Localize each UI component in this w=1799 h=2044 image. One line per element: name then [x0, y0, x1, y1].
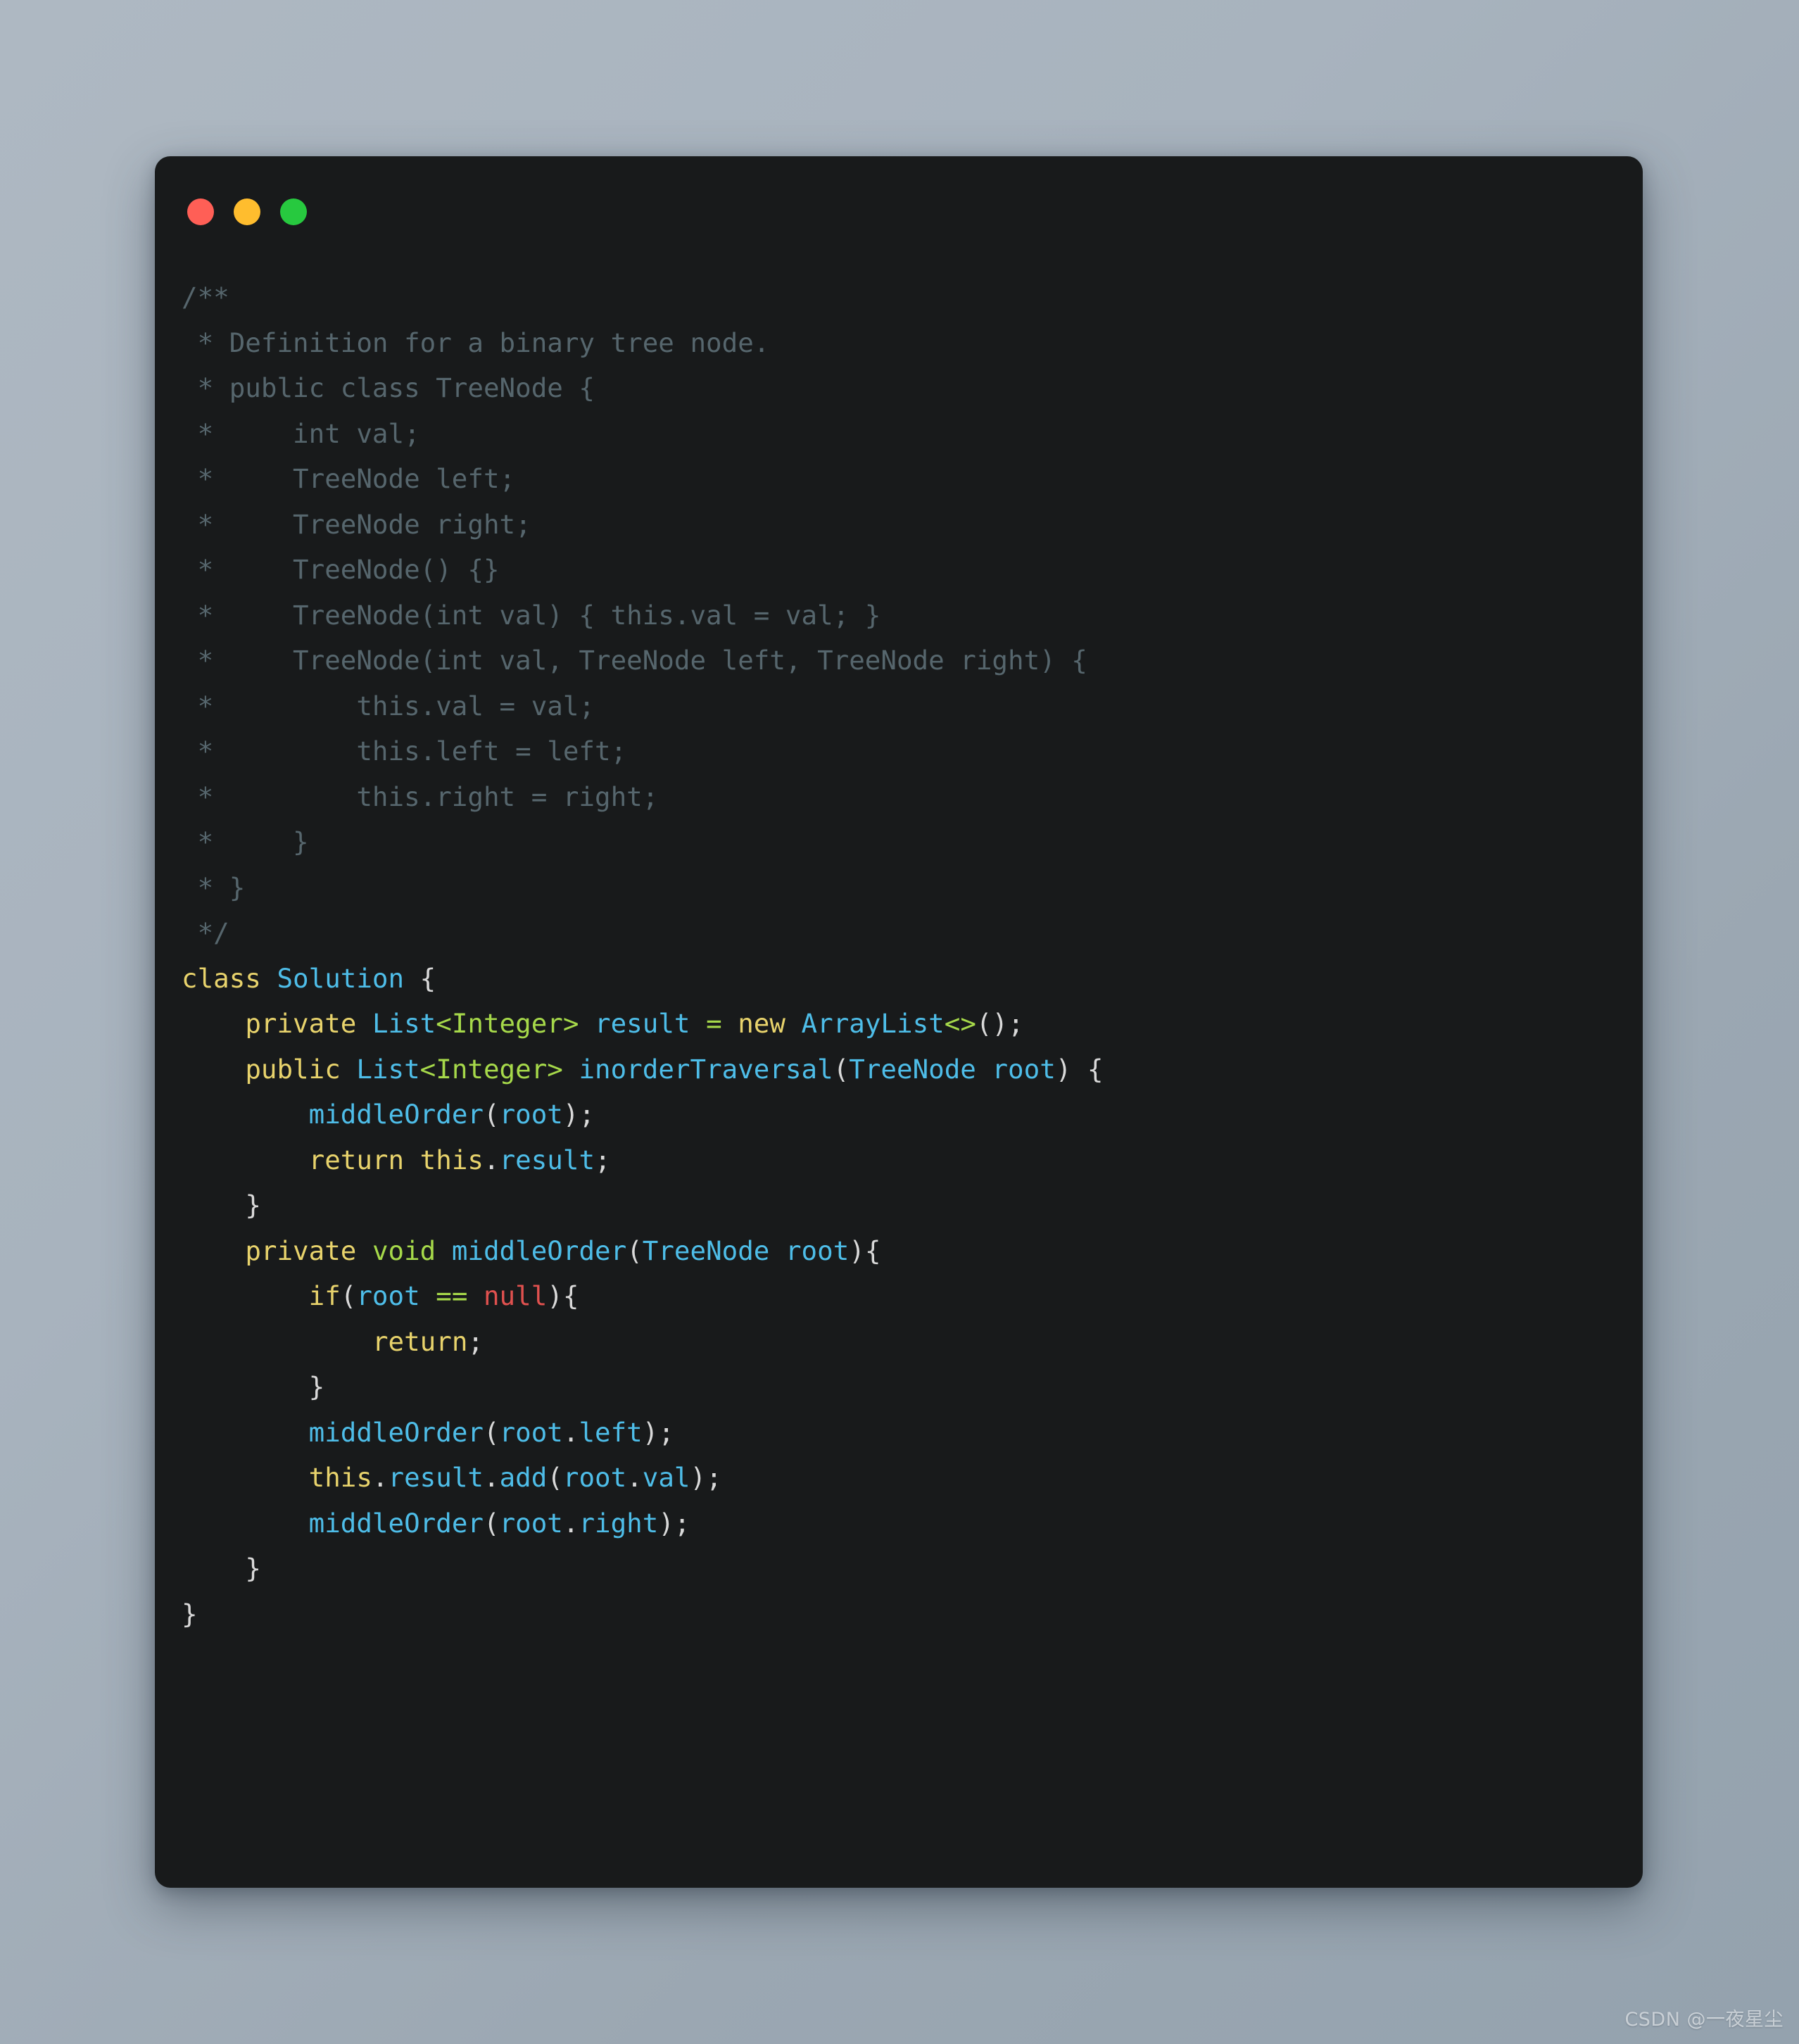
- code-block: /** * Definition for a binary tree node.…: [182, 275, 1615, 1636]
- keyword-class: class: [182, 962, 261, 994]
- code-line: * this.right = right;: [182, 781, 659, 812]
- comment-token: /**: [182, 282, 229, 313]
- code-line: middleOrder(root.right);: [308, 1507, 690, 1539]
- code-line: private void middleOrder(TreeNode root){: [245, 1235, 881, 1266]
- code-window: /** * Definition for a binary tree node.…: [155, 156, 1643, 1888]
- keyword-if: if: [308, 1280, 341, 1311]
- keyword-public: public: [245, 1053, 341, 1085]
- code-line: * this.left = left;: [182, 736, 627, 766]
- comment-token: * TreeNode(int val) { this.val = val; }: [182, 599, 881, 631]
- keyword-void: void: [372, 1235, 436, 1266]
- code-line: */: [182, 917, 229, 948]
- code-line: middleOrder(root.left);: [308, 1416, 674, 1448]
- comment-token: * this.val = val;: [182, 690, 595, 721]
- close-button-icon[interactable]: [187, 198, 214, 225]
- code-line: }: [245, 1553, 261, 1584]
- code-line: * Definition for a binary tree node.: [182, 327, 770, 358]
- code-line: /**: [182, 282, 229, 313]
- type-name-solution: Solution: [277, 962, 405, 994]
- null-literal: null: [483, 1280, 548, 1311]
- window-titlebar: [187, 198, 307, 225]
- code-line: * }: [182, 826, 309, 857]
- comment-token: * TreeNode left;: [182, 463, 516, 494]
- comment-token: * TreeNode() {}: [182, 554, 500, 585]
- code-line: public List<Integer> inorderTraversal(Tr…: [245, 1053, 1104, 1085]
- code-line: * this.val = val;: [182, 690, 595, 721]
- code-line: }: [182, 1598, 198, 1629]
- keyword-return: return: [308, 1144, 405, 1175]
- method-name-middle-order: middleOrder: [451, 1235, 627, 1266]
- minimize-button-icon[interactable]: [234, 198, 260, 225]
- comment-token: * public class TreeNode {: [182, 372, 595, 403]
- comment-token: */: [182, 917, 229, 948]
- code-line: return this.result;: [308, 1144, 611, 1175]
- code-line: * }: [182, 871, 246, 903]
- comment-token: * TreeNode(int val, TreeNode left, TreeN…: [182, 645, 1087, 676]
- comment-token: * Definition for a binary tree node.: [182, 327, 770, 358]
- code-line: * TreeNode(int val, TreeNode left, TreeN…: [182, 645, 1087, 676]
- code-line: }: [245, 1190, 261, 1220]
- code-line: * TreeNode(int val) { this.val = val; }: [182, 599, 881, 631]
- comment-token: * }: [182, 826, 309, 857]
- code-line: private List<Integer> result = new Array…: [245, 1008, 1024, 1039]
- code-line: if(root == null){: [308, 1280, 579, 1311]
- keyword-private: private: [245, 1008, 357, 1039]
- code-line: middleOrder(root);: [308, 1099, 595, 1130]
- code-line: * TreeNode right;: [182, 509, 531, 540]
- method-name-inorder-traversal: inorderTraversal: [579, 1053, 833, 1085]
- comment-token: * this.right = right;: [182, 781, 659, 812]
- code-content: /** * Definition for a binary tree node.…: [155, 275, 1643, 1636]
- csdn-watermark: CSDN @一夜星尘: [1624, 2009, 1784, 2031]
- code-line: }: [308, 1371, 325, 1402]
- comment-token: * this.left = left;: [182, 736, 627, 766]
- code-line: class Solution {: [182, 962, 436, 994]
- code-line: * public class TreeNode {: [182, 372, 595, 403]
- code-line: return;: [372, 1325, 484, 1357]
- comment-token: * TreeNode right;: [182, 508, 531, 540]
- comment-token: * int val;: [182, 417, 420, 449]
- code-line: * TreeNode() {}: [182, 554, 500, 585]
- code-line: * TreeNode left;: [182, 463, 516, 494]
- maximize-button-icon[interactable]: [280, 198, 307, 225]
- code-line: * int val;: [182, 418, 420, 449]
- comment-token: * }: [182, 871, 246, 903]
- code-line: this.result.add(root.val);: [308, 1462, 722, 1493]
